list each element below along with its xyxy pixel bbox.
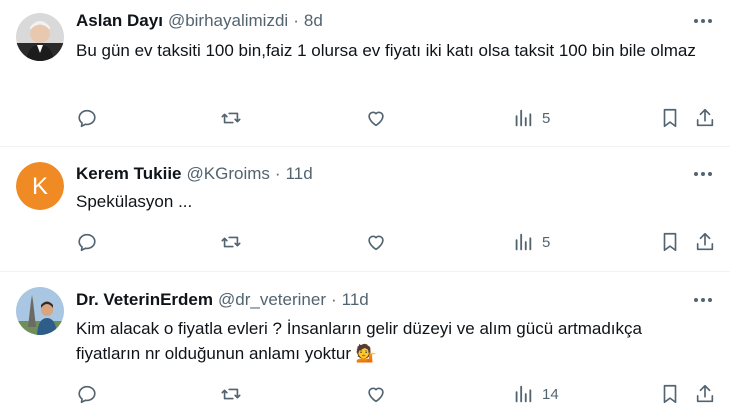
- tweet-text-content: Spekülasyon ...: [76, 192, 193, 211]
- avatar[interactable]: K: [16, 162, 64, 210]
- bookmark-icon: [663, 232, 677, 252]
- views-button[interactable]: 5: [512, 106, 550, 130]
- share-icon: [696, 232, 714, 251]
- like-icon: [368, 111, 384, 127]
- tweet[interactable]: Dr. VeterinErdem @dr_veteriner · 11d Kim…: [0, 272, 730, 420]
- more-button[interactable]: [688, 289, 718, 311]
- timestamp[interactable]: 8d: [304, 10, 323, 32]
- share-button[interactable]: [694, 230, 716, 254]
- reply-button[interactable]: [76, 230, 98, 254]
- emoji: 💁: [355, 344, 377, 363]
- author-name[interactable]: Aslan Dayı: [76, 10, 163, 32]
- person-photo-avatar-icon: [16, 13, 64, 61]
- share-icon: [696, 384, 714, 403]
- tweet-header: Aslan Dayı @birhayalimizdi · 8d: [76, 10, 323, 32]
- reply-icon: [78, 233, 96, 252]
- reply-icon: [78, 385, 96, 404]
- retweet-icon: [221, 236, 241, 248]
- separator: ·: [330, 290, 337, 309]
- author-name[interactable]: Kerem Tukiie: [76, 163, 182, 185]
- bookmark-button[interactable]: [659, 382, 681, 406]
- more-icon: [694, 172, 712, 176]
- more-button[interactable]: [688, 10, 718, 32]
- like-button[interactable]: [365, 106, 387, 130]
- avatar[interactable]: [16, 13, 64, 61]
- tweet-text: Bu gün ev taksiti 100 bin,faiz 1 olursa …: [76, 38, 696, 63]
- views-button[interactable]: 5: [512, 230, 550, 254]
- bookmark-icon: [663, 384, 677, 404]
- reply-button[interactable]: [76, 382, 98, 406]
- author-name[interactable]: Dr. VeterinErdem: [76, 289, 213, 311]
- views-count: 5: [542, 109, 551, 127]
- like-button[interactable]: [365, 230, 387, 254]
- tweet-header: Kerem Tukiie @KGroims · 11d: [76, 163, 313, 185]
- tweet-text: Kim alacak o fiyatla evleri ? İnsanların…: [76, 316, 696, 366]
- action-bar: 5: [0, 106, 730, 130]
- eiffel-tower-photo-avatar-icon: [16, 287, 64, 335]
- letter-avatar-icon: K: [16, 162, 64, 210]
- more-icon: [694, 298, 712, 302]
- reply-feed: Aslan Dayı @birhayalimizdi · 8d Bu gün e…: [0, 0, 730, 420]
- views-icon: [515, 385, 532, 403]
- retweet-icon: [221, 388, 241, 400]
- author-handle[interactable]: @KGroims: [187, 163, 270, 185]
- tweet-text: Spekülasyon ...: [76, 189, 696, 214]
- like-button[interactable]: [365, 382, 387, 406]
- tweet[interactable]: Aslan Dayı @birhayalimizdi · 8d Bu gün e…: [0, 0, 730, 146]
- views-count: 14: [542, 385, 559, 403]
- retweet-button[interactable]: [220, 106, 242, 130]
- reply-button[interactable]: [76, 106, 98, 130]
- action-bar: 5: [0, 230, 730, 254]
- like-icon: [368, 235, 384, 251]
- views-count: 5: [542, 233, 551, 251]
- retweet-icon: [221, 112, 241, 124]
- separator: ·: [293, 11, 299, 30]
- author-handle[interactable]: @dr_veteriner: [218, 289, 326, 311]
- views-icon: [515, 109, 532, 127]
- tweet[interactable]: K Kerem Tukiie @KGroims · 11d Spekülasyo…: [0, 147, 730, 271]
- views-icon: [515, 233, 532, 251]
- avatar-letter: K: [32, 173, 48, 200]
- retweet-button[interactable]: [220, 382, 242, 406]
- share-button[interactable]: [694, 382, 716, 406]
- share-button[interactable]: [694, 106, 716, 130]
- tweet-header: Dr. VeterinErdem @dr_veteriner · 11d: [76, 289, 369, 311]
- timestamp[interactable]: 11d: [286, 163, 313, 185]
- bookmark-button[interactable]: [659, 230, 681, 254]
- share-icon: [696, 108, 714, 127]
- bookmark-icon: [663, 108, 677, 128]
- tweet-text-content: Bu gün ev taksiti 100 bin,faiz 1 olursa …: [76, 41, 696, 60]
- retweet-button[interactable]: [220, 230, 242, 254]
- more-button[interactable]: [688, 163, 718, 185]
- bookmark-button[interactable]: [659, 106, 681, 130]
- action-bar: 14: [0, 382, 730, 406]
- timestamp[interactable]: 11d: [342, 289, 369, 311]
- views-button[interactable]: 14: [512, 382, 559, 406]
- more-icon: [694, 19, 712, 23]
- avatar[interactable]: [16, 287, 64, 335]
- like-icon: [368, 387, 384, 403]
- separator: ·: [274, 164, 281, 183]
- reply-icon: [78, 109, 96, 128]
- author-handle[interactable]: @birhayalimizdi: [168, 10, 288, 32]
